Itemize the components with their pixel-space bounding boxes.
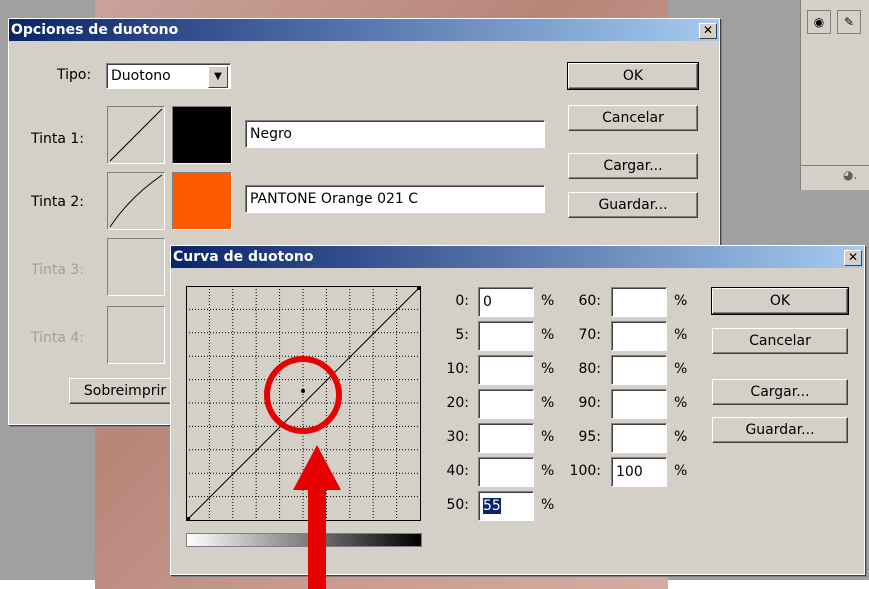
save-label: Guardar... [598, 197, 668, 213]
brush-icon[interactable]: ✎ [837, 10, 861, 34]
percent-field[interactable] [611, 389, 667, 419]
percent-field[interactable] [478, 355, 534, 385]
ink1-color-swatch[interactable] [172, 106, 232, 164]
percent-label: 20: [446, 395, 469, 411]
percent-value: 0 [483, 294, 492, 310]
percent-label: 50: [446, 497, 469, 513]
curve-load-label: Cargar... [750, 384, 810, 400]
percent-label: 40: [446, 463, 469, 479]
percent-sign: % [674, 327, 688, 343]
percent-label: 5: [455, 327, 469, 343]
duotone-titlebar: Opciones de duotono [9, 19, 719, 41]
percent-label: 100: [569, 463, 601, 479]
load-button[interactable]: Cargar... [568, 153, 698, 179]
ink1-name: Negro [250, 126, 292, 142]
percent-field[interactable] [611, 423, 667, 453]
percent-field[interactable] [611, 321, 667, 351]
layers-palette: ◉ ✎ ◕. [800, 0, 869, 190]
percent-value: 55 [483, 498, 501, 514]
ok-label: OK [622, 68, 644, 84]
curve-cancel-label: Cancelar [749, 333, 811, 349]
dialog-title: Opciones de duotono [11, 22, 179, 38]
load-label: Cargar... [603, 158, 663, 174]
curve-titlebar: Curva de duotono [171, 246, 864, 268]
percent-value: 100 [616, 464, 643, 480]
percent-sign: % [674, 361, 688, 377]
curve-cancel-button[interactable]: Cancelar [712, 328, 848, 354]
cancel-button[interactable]: Cancelar [568, 105, 698, 131]
percent-field[interactable]: 100 [611, 457, 667, 487]
cancel-label: Cancelar [602, 110, 664, 126]
percent-sign: % [541, 293, 555, 309]
ink3-label: Tinta 3: [31, 262, 85, 278]
percent-sign: % [674, 429, 688, 445]
ink2-curve-icon [109, 174, 163, 228]
curve-ok-label: OK [769, 293, 791, 309]
ink2-name-field[interactable]: PANTONE Orange 021 C [245, 185, 545, 213]
tipo-label: Tipo: [57, 67, 92, 83]
tipo-value: Duotono [111, 68, 171, 84]
ink2-color-swatch[interactable] [172, 172, 232, 230]
percent-field[interactable] [478, 423, 534, 453]
percent-sign: % [541, 327, 555, 343]
ink3-curve-button [107, 238, 165, 296]
percent-sign: % [541, 463, 555, 479]
ink4-label: Tinta 4: [31, 330, 85, 346]
percent-label: 0: [455, 293, 469, 309]
percent-label: 95: [578, 429, 601, 445]
ink2-label: Tinta 2: [31, 194, 85, 210]
percent-sign: % [541, 361, 555, 377]
percent-field[interactable] [611, 287, 667, 317]
tipo-select[interactable]: Duotono ▼ [106, 63, 231, 89]
close-icon[interactable]: ✕ [844, 250, 862, 266]
ink1-curve-button[interactable] [107, 106, 165, 164]
curve-dialog-title: Curva de duotono [173, 249, 314, 265]
annotation-overlay [264, 356, 342, 589]
arrow-shaft [308, 485, 326, 589]
palette-menu-icon[interactable]: ◕. [843, 168, 857, 182]
percent-field[interactable] [478, 457, 534, 487]
curve-save-button[interactable]: Guardar... [712, 417, 848, 443]
percent-label: 90: [578, 395, 601, 411]
percent-sign: % [674, 293, 688, 309]
arrow-up-icon [293, 445, 341, 490]
percent-field[interactable] [478, 389, 534, 419]
percent-label: 70: [578, 327, 601, 343]
percent-field[interactable] [478, 321, 534, 351]
curve-load-button[interactable]: Cargar... [712, 379, 848, 405]
percent-label: 30: [446, 429, 469, 445]
ink1-curve-icon [109, 108, 163, 162]
highlight-circle [264, 356, 342, 434]
ink2-name: PANTONE Orange 021 C [250, 191, 419, 207]
ink1-label: Tinta 1: [31, 131, 85, 147]
ink1-name-field[interactable]: Negro [245, 120, 545, 148]
percent-field[interactable]: 0 [478, 287, 534, 317]
percent-label: 80: [578, 361, 601, 377]
percent-sign: % [674, 463, 688, 479]
curve-save-label: Guardar... [745, 422, 815, 438]
percent-sign: % [541, 429, 555, 445]
chevron-down-icon[interactable]: ▼ [208, 66, 228, 88]
overprint-button[interactable]: Sobreimprir [69, 378, 181, 404]
ink2-curve-button[interactable] [107, 172, 165, 230]
close-icon[interactable]: ✕ [699, 23, 717, 39]
percent-label: 60: [578, 293, 601, 309]
percent-sign: % [541, 497, 555, 513]
ok-button[interactable]: OK [567, 62, 699, 90]
percent-label: 10: [446, 361, 469, 377]
curve-ok-button[interactable]: OK [711, 287, 849, 315]
percent-sign: % [541, 395, 555, 411]
overprint-label: Sobreimprir [83, 383, 167, 399]
percent-field[interactable] [611, 355, 667, 385]
divider [801, 165, 869, 166]
save-button[interactable]: Guardar... [568, 192, 698, 218]
percent-field[interactable]: 55 [478, 491, 534, 521]
percent-sign: % [674, 395, 688, 411]
eye-icon[interactable]: ◉ [807, 10, 831, 34]
ink4-curve-button [107, 306, 165, 364]
